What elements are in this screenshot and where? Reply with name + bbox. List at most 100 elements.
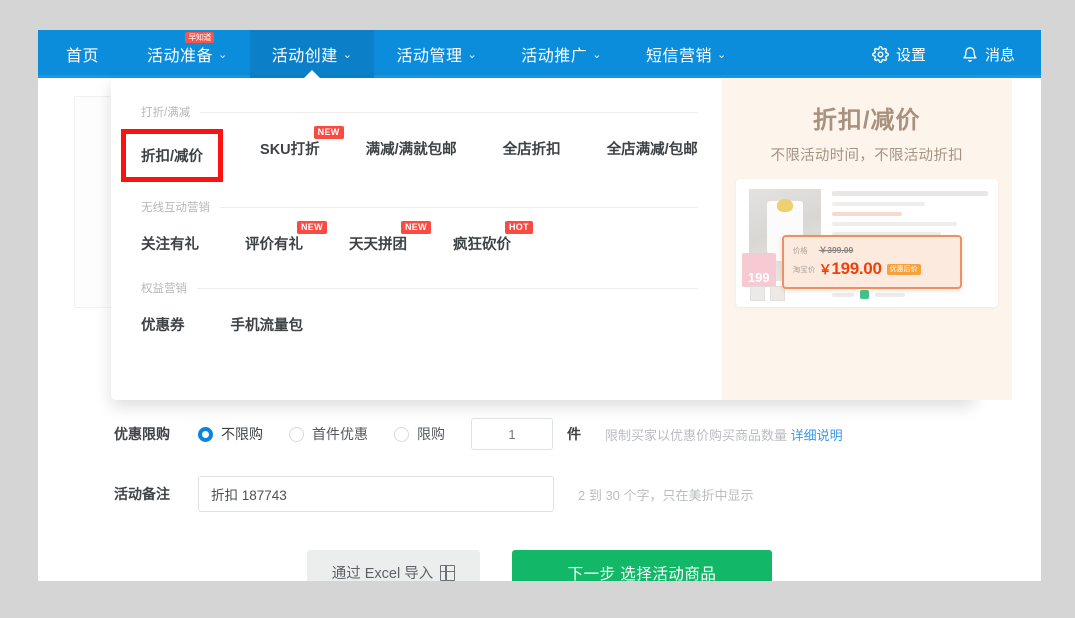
- menu-item-review-gift[interactable]: 评价有礼 NEW: [245, 233, 303, 254]
- activity-remark-input[interactable]: [198, 476, 554, 512]
- nav-item-activity-manage[interactable]: 活动管理 ⌄: [374, 30, 499, 78]
- menu-item-follow-gift[interactable]: 关注有礼: [141, 233, 199, 254]
- dropdown-group-title: 打折/满减: [141, 104, 190, 120]
- menu-item-store-full-reduction[interactable]: 全店满减/包邮: [607, 138, 698, 159]
- import-excel-button[interactable]: 通过 Excel 导入: [307, 550, 480, 581]
- menu-item-label: 评价有礼: [245, 237, 303, 253]
- product-footer-mock: [832, 290, 905, 299]
- purchase-limit-hint: 限制买家以优惠价购买商品数量 详细说明: [605, 425, 843, 444]
- promo-title: 折扣/减价: [736, 100, 998, 135]
- nav-item-label: 活动创建: [272, 42, 338, 66]
- detail-description-link[interactable]: 详细说明: [791, 428, 843, 443]
- quantity-input[interactable]: [471, 418, 553, 450]
- chevron-down-icon: ⌄: [218, 50, 228, 61]
- radio-label: 限购: [417, 424, 445, 444]
- dropdown-group-items: 优惠券 手机流量包: [141, 300, 698, 351]
- nav-item-activity-prepare[interactable]: 早知道 活动准备 ⌄: [125, 30, 250, 78]
- menu-item-discount-markdown[interactable]: 折扣/减价: [130, 138, 214, 173]
- promo-subtitle: 不限活动时间，不限活动折扣: [736, 144, 998, 165]
- activity-remark-hint: 2 到 30 个字，只在美折中显示: [578, 485, 754, 504]
- line: [875, 293, 905, 297]
- radio-label: 不限购: [221, 424, 263, 444]
- menu-item-full-reduction[interactable]: 满减/满就包邮: [366, 138, 457, 159]
- sale-price-row: 淘宝价 ￥199.00 优惠后价: [793, 259, 951, 279]
- activity-remark-row: 活动备注 2 到 30 个字，只在美折中显示: [78, 476, 1001, 512]
- original-price-value: ￥399.00: [819, 244, 854, 256]
- menu-item-label: 全店满减/包邮: [607, 142, 698, 158]
- activity-form: 优惠限购 不限购 首件优惠 限购 件: [38, 418, 1041, 538]
- menu-item-daily-group-buy[interactable]: 天天拼团 NEW: [349, 233, 407, 254]
- menu-item-label: 优惠券: [141, 318, 185, 334]
- content-area: 打折/满减 折扣/减价 SKU打折 NEW 满减/满就包邮: [38, 78, 1041, 581]
- divider: [200, 112, 698, 113]
- menu-item-label: 天天拼团: [349, 237, 407, 253]
- dropdown-group-benefit-marketing: 权益营销 优惠券 手机流量包: [141, 280, 698, 351]
- collar-shape: [777, 199, 793, 212]
- menu-item-coupon[interactable]: 优惠券: [141, 314, 185, 335]
- dropdown-group-wireless-marketing: 无线互动营销 关注有礼 评价有礼 NEW 天天拼团 NEW: [141, 199, 698, 270]
- menu-item-store-discount[interactable]: 全店折扣: [503, 138, 561, 159]
- menu-item-label: 全店折扣: [503, 142, 561, 158]
- settings-button[interactable]: 设置: [872, 44, 926, 65]
- nav-item-label: 首页: [66, 42, 99, 66]
- activity-remark-label: 活动备注: [78, 484, 198, 504]
- messages-label: 消息: [985, 44, 1015, 65]
- dropdown-group-header: 无线互动营销: [141, 199, 698, 215]
- dropdown-group-items: 关注有礼 评价有礼 NEW 天天拼团 NEW 疯狂砍价 HOT: [141, 219, 698, 270]
- new-badge: NEW: [401, 221, 431, 234]
- nav-item-activity-create[interactable]: 活动创建 ⌄: [250, 30, 375, 78]
- radio-indicator: [198, 427, 213, 442]
- purchase-limit-label: 优惠限购: [78, 424, 198, 444]
- price-callout-box: 价格 ￥399.00 淘宝价 ￥199.00 优惠后价: [782, 235, 962, 289]
- nav-item-activity-promote[interactable]: 活动推广 ⌄: [499, 30, 624, 78]
- messages-button[interactable]: 消息: [962, 44, 1015, 65]
- discount-tag: 优惠后价: [887, 264, 921, 275]
- nav-item-sms-marketing[interactable]: 短信营销 ⌄: [624, 30, 749, 78]
- line: [832, 191, 988, 196]
- radio-first-item-discount[interactable]: 首件优惠: [289, 424, 368, 444]
- radio-no-limit[interactable]: 不限购: [198, 424, 263, 444]
- activity-create-dropdown-panel: 打折/满减 折扣/减价 SKU打折 NEW 满减/满就包邮: [111, 78, 974, 400]
- gear-icon: [872, 46, 889, 63]
- settings-label: 设置: [896, 44, 926, 65]
- next-step-button[interactable]: 下一步 选择活动商品: [512, 550, 772, 581]
- nav-tools: 设置 消息: [836, 30, 1041, 78]
- dropdown-group-title: 无线互动营销: [141, 199, 210, 215]
- new-badge: NEW: [314, 126, 344, 139]
- bell-icon: [962, 46, 978, 63]
- chevron-down-icon: ⌄: [468, 50, 478, 61]
- thumbnail: [750, 286, 765, 301]
- menu-item-label: 疯狂砍价: [453, 237, 511, 253]
- original-price-row: 价格 ￥399.00: [793, 244, 951, 256]
- promo-screenshot-mock: 199: [736, 179, 998, 307]
- price-label: 价格: [793, 245, 819, 256]
- dropdown-group-title: 权益营销: [141, 280, 187, 296]
- radio-indicator: [289, 427, 304, 442]
- nav-item-label: 活动管理: [396, 42, 462, 66]
- excel-import-label: 通过 Excel 导入: [332, 562, 434, 581]
- spreadsheet-icon: [440, 565, 455, 581]
- form-actions: 通过 Excel 导入 下一步 选择活动商品: [38, 550, 1041, 581]
- menu-item-sku-discount[interactable]: SKU打折 NEW: [260, 138, 320, 159]
- sale-price-value: ￥199.00: [819, 259, 882, 279]
- menu-item-label: 满减/满就包邮: [366, 142, 457, 158]
- line: [832, 222, 957, 226]
- new-badge: NEW: [297, 221, 327, 234]
- app-window: 首页 早知道 活动准备 ⌄ 活动创建 ⌄ 活动管理 ⌄ 活动推广 ⌄ 短: [38, 30, 1041, 581]
- dropdown-group-discount: 打折/满减 折扣/减价 SKU打折 NEW 满减/满就包邮: [141, 104, 698, 189]
- nav-item-label: 活动推广: [521, 42, 587, 66]
- chevron-down-icon: ⌄: [343, 50, 353, 61]
- sale-amount: 199.00: [831, 259, 881, 278]
- radio-label: 首件优惠: [312, 424, 368, 444]
- promo-preview-panel: 折扣/减价 不限活动时间，不限活动折扣 199: [722, 78, 1012, 400]
- top-navigation-bar: 首页 早知道 活动准备 ⌄ 活动创建 ⌄ 活动管理 ⌄ 活动推广 ⌄ 短: [38, 30, 1041, 78]
- nav-item-home[interactable]: 首页: [38, 30, 125, 78]
- hot-badge: HOT: [505, 221, 533, 234]
- menu-item-crazy-bargain[interactable]: 疯狂砍价 HOT: [453, 233, 511, 254]
- purchase-limit-row: 优惠限购 不限购 首件优惠 限购 件: [78, 418, 1001, 450]
- menu-item-mobile-data-package[interactable]: 手机流量包: [231, 314, 304, 335]
- radio-limited-purchase[interactable]: 限购: [394, 424, 445, 444]
- sale-price-label: 淘宝价: [793, 264, 819, 275]
- menu-item-label: SKU打折: [260, 142, 320, 158]
- thumbnail: [770, 286, 785, 301]
